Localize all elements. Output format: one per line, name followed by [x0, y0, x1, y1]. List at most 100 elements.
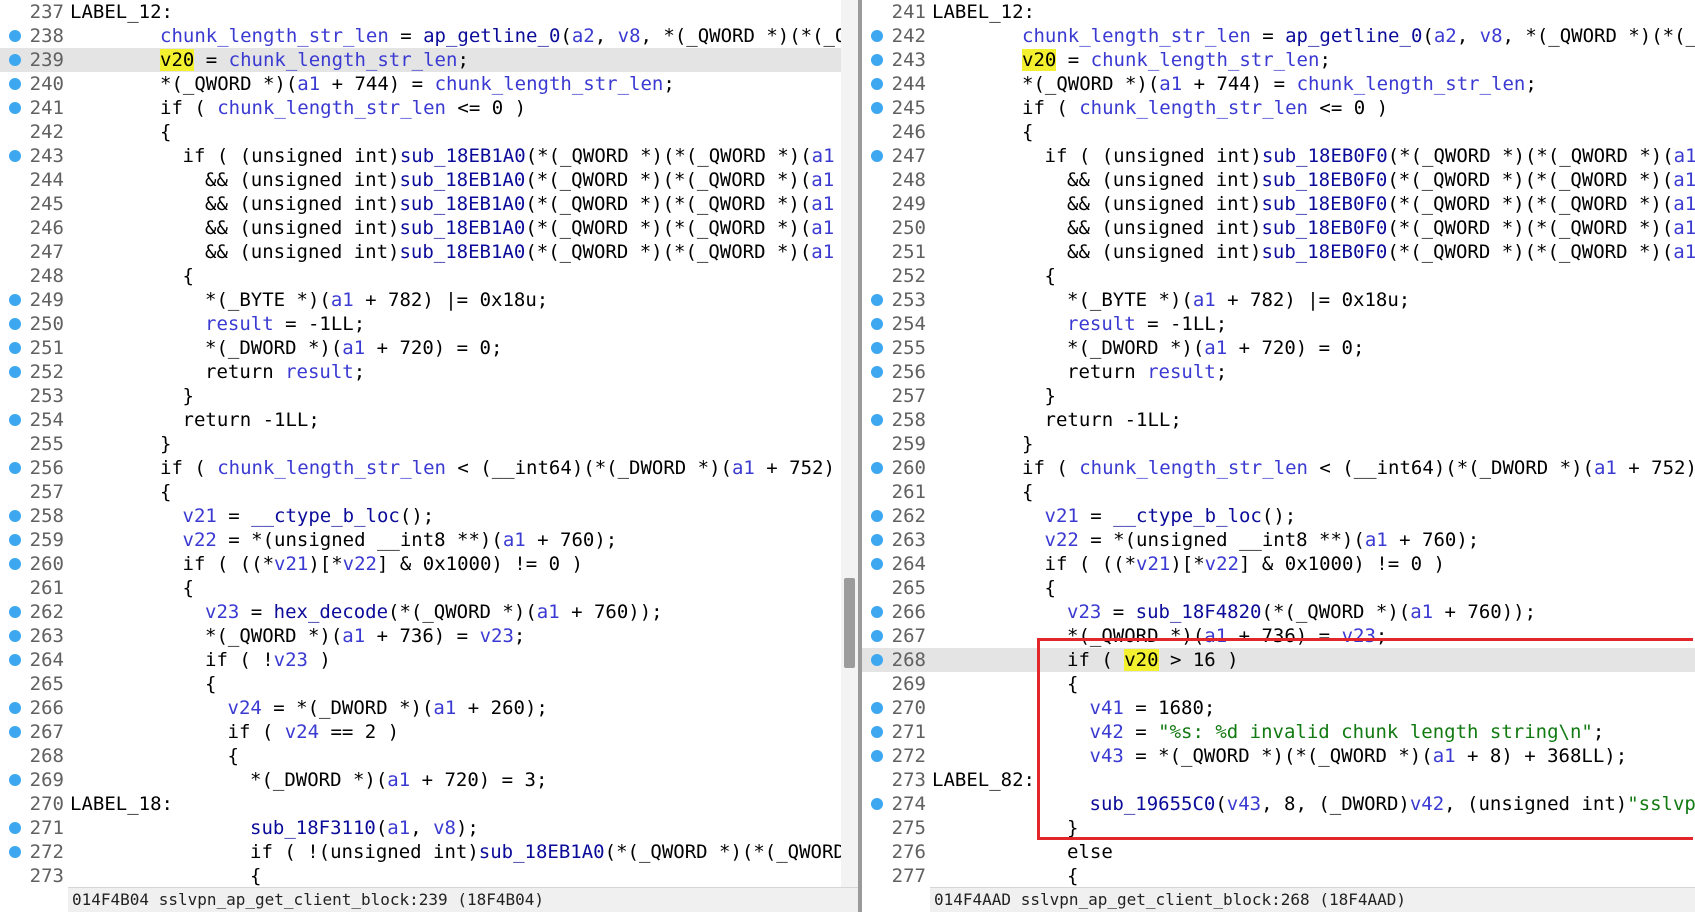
breakpoint-dot-icon[interactable]: [871, 366, 883, 378]
code-text[interactable]: chunk_length_str_len = ap_getline_0(a2 , …: [1022, 24, 1695, 48]
code-line[interactable]: 244 *(_QWORD *)(a1 + 744) = chunk_length_…: [862, 72, 1695, 96]
code-text[interactable]: && (unsigned int)sub_18EB1A0(*(_QWORD *)…: [205, 168, 834, 192]
code-text[interactable]: if ( (unsigned int)sub_18EB0F0(*(_QWORD …: [1045, 144, 1695, 168]
breakpoint-dot-icon[interactable]: [871, 726, 883, 738]
code-text[interactable]: v22 = *(unsigned __int8 **)(a1 + 760);: [183, 528, 618, 552]
breakpoint-dot-icon[interactable]: [9, 150, 21, 162]
code-line[interactable]: 265 {: [0, 672, 858, 696]
code-text[interactable]: v20 = chunk_length_str_len;: [160, 48, 469, 72]
code-text[interactable]: if ( (unsigned int)sub_18EB1A0(*(_QWORD …: [183, 144, 835, 168]
code-line[interactable]: 257 {: [0, 480, 858, 504]
breakpoint-dot-icon[interactable]: [9, 342, 21, 354]
breakpoint-dot-icon[interactable]: [871, 294, 883, 306]
code-line[interactable]: 251 *(_DWORD *)(a1 + 720) = 0;: [0, 336, 858, 360]
code-text[interactable]: {: [183, 264, 194, 288]
code-text[interactable]: v23 = sub_18F4820(*(_QWORD *)(a1 + 760))…: [1067, 600, 1536, 624]
code-text[interactable]: if ( ((*v21)[*v22] & 0x1000) != 0 ): [183, 552, 583, 576]
code-text[interactable]: && (unsigned int)sub_18EB0F0(*(_QWORD *)…: [1067, 240, 1695, 264]
code-text[interactable]: && (unsigned int)sub_18EB1A0(*(_QWORD *)…: [205, 216, 834, 240]
breakpoint-dot-icon[interactable]: [9, 294, 21, 306]
code-text[interactable]: *(_QWORD *)(a1 + 744) = chunk_length_str…: [160, 72, 675, 96]
code-line[interactable]: 260 if ( ((*v21)[*v22] & 0x1000) != 0 ): [0, 552, 858, 576]
code-text[interactable]: && (unsigned int)sub_18EB0F0(*(_QWORD *)…: [1067, 192, 1695, 216]
code-line[interactable]: 243 if ( (unsigned int)sub_18EB1A0(*(_QWO…: [0, 144, 858, 168]
code-line[interactable]: 253}: [0, 384, 858, 408]
code-line[interactable]: 264 if ( ((*v21)[*v22] & 0x1000) != 0 ): [862, 552, 1695, 576]
breakpoint-dot-icon[interactable]: [9, 606, 21, 618]
breakpoint-dot-icon[interactable]: [9, 54, 21, 66]
code-text[interactable]: {: [1022, 120, 1033, 144]
code-text[interactable]: *(_QWORD *)(a1 + 744) = chunk_length_str…: [1022, 72, 1537, 96]
code-line[interactable]: 263 v22 = *(unsigned __int8 **)(a1 + 760)…: [862, 528, 1695, 552]
breakpoint-dot-icon[interactable]: [871, 30, 883, 42]
left-decompiler-pane[interactable]: 237 LABEL_12: 238 chunk_length_str_len = ap…: [0, 0, 858, 912]
code-text[interactable]: if ( chunk_length_str_len < (__int64)(*(…: [1022, 456, 1695, 480]
breakpoint-dot-icon[interactable]: [9, 414, 21, 426]
code-line[interactable]: 273 {: [0, 864, 858, 888]
code-line[interactable]: 266 v24 = *(_DWORD *)(a1 + 260);: [0, 696, 858, 720]
code-line[interactable]: 266 v23 = sub_18F4820(*(_QWORD *)(a1 + 76…: [862, 600, 1695, 624]
code-line[interactable]: 249 *(_BYTE *)(a1 + 782) |= 0x18u;: [0, 288, 858, 312]
breakpoint-dot-icon[interactable]: [9, 510, 21, 522]
code-line[interactable]: 255 *(_DWORD *)(a1 + 720) = 0;: [862, 336, 1695, 360]
breakpoint-dot-icon[interactable]: [9, 654, 21, 666]
code-line[interactable]: 242 {: [0, 120, 858, 144]
code-line[interactable]: 245 && (unsigned int)sub_18EB1A0(*(_QWORD…: [0, 192, 858, 216]
breakpoint-dot-icon[interactable]: [9, 78, 21, 90]
code-line[interactable]: 277 {: [862, 864, 1695, 888]
breakpoint-dot-icon[interactable]: [871, 510, 883, 522]
code-text[interactable]: *(_DWORD *)(a1 + 720) = 3;: [250, 768, 547, 792]
breakpoint-dot-icon[interactable]: [9, 102, 21, 114]
left-vertical-scrollbar[interactable]: [841, 0, 858, 888]
code-text[interactable]: }: [160, 432, 171, 456]
code-line[interactable]: 268 {: [0, 744, 858, 768]
code-text[interactable]: {: [250, 864, 261, 888]
code-line[interactable]: 264 if ( !v23 ): [0, 648, 858, 672]
code-line[interactable]: 253 *(_BYTE *)(a1 + 782) |= 0x18u;: [862, 288, 1695, 312]
code-line[interactable]: 261 {: [0, 576, 858, 600]
code-text[interactable]: *(_BYTE *)(a1 + 782) |= 0x18u;: [1067, 288, 1410, 312]
code-line[interactable]: 261 {: [862, 480, 1695, 504]
code-line[interactable]: 262 v21 = __ctype_b_loc();: [862, 504, 1695, 528]
code-label[interactable]: LABEL_82:: [932, 768, 1035, 792]
code-text[interactable]: sub_18F3110(a1, v8);: [250, 816, 479, 840]
code-text[interactable]: if ( chunk_length_str_len <= 0 ): [160, 96, 526, 120]
code-line[interactable]: 257}: [862, 384, 1695, 408]
code-text[interactable]: result = -1LL;: [205, 312, 365, 336]
code-text[interactable]: *(_DWORD *)(a1 + 720) = 0;: [205, 336, 502, 360]
breakpoint-dot-icon[interactable]: [871, 342, 883, 354]
code-text[interactable]: chunk_length_str_len = ap_getline_0(a2 , …: [160, 24, 846, 48]
breakpoint-dot-icon[interactable]: [9, 846, 21, 858]
code-text[interactable]: v21 = __ctype_b_loc();: [1045, 504, 1297, 528]
code-line[interactable]: 246 && (unsigned int)sub_18EB1A0(*(_QWORD…: [0, 216, 858, 240]
breakpoint-dot-icon[interactable]: [9, 30, 21, 42]
code-line[interactable]: 262 v23 = hex_decode(*(_QWORD *)(a1 + 760…: [0, 600, 858, 624]
code-text[interactable]: if ( v24 == 2 ): [228, 720, 400, 744]
code-text[interactable]: }: [1045, 384, 1056, 408]
code-line[interactable]: 251 && (unsigned int)sub_18EB0F0(*(_QWORD…: [862, 240, 1695, 264]
code-text[interactable]: *(_BYTE *)(a1 + 782) |= 0x18u;: [205, 288, 548, 312]
code-line[interactable]: 255}: [0, 432, 858, 456]
code-line[interactable]: 254 result = -1LL;: [862, 312, 1695, 336]
code-text[interactable]: return result;: [1067, 360, 1227, 384]
code-line[interactable]: 249 && (unsigned int)sub_18EB0F0(*(_QWORD…: [862, 192, 1695, 216]
code-line[interactable]: 243 v20 = chunk_length_str_len;: [862, 48, 1695, 72]
code-text[interactable]: if ( chunk_length_str_len < (__int64)(*(…: [160, 456, 835, 480]
code-text[interactable]: if ( !(unsigned int)sub_18EB1A0(*(_QWORD…: [250, 840, 845, 864]
breakpoint-dot-icon[interactable]: [871, 630, 883, 642]
code-line[interactable]: 259}: [862, 432, 1695, 456]
code-text[interactable]: {: [160, 120, 171, 144]
code-line[interactable]: 252 {: [862, 264, 1695, 288]
breakpoint-dot-icon[interactable]: [9, 366, 21, 378]
code-line[interactable]: 241 LABEL_12:: [862, 0, 1695, 24]
breakpoint-dot-icon[interactable]: [871, 534, 883, 546]
breakpoint-dot-icon[interactable]: [9, 822, 21, 834]
code-line[interactable]: 247 && (unsigned int)sub_18EB1A0(*(_QWORD…: [0, 240, 858, 264]
code-text[interactable]: v23 = hex_decode(*(_QWORD *)(a1 + 760));: [205, 600, 663, 624]
code-line[interactable]: 241 if ( chunk_length_str_len <= 0 ): [0, 96, 858, 120]
breakpoint-dot-icon[interactable]: [871, 750, 883, 762]
breakpoint-dot-icon[interactable]: [9, 534, 21, 546]
breakpoint-dot-icon[interactable]: [871, 414, 883, 426]
code-line[interactable]: 238 chunk_length_str_len = ap_getline_0(a…: [0, 24, 858, 48]
code-line[interactable]: 239 v20 = chunk_length_str_len;: [0, 48, 858, 72]
